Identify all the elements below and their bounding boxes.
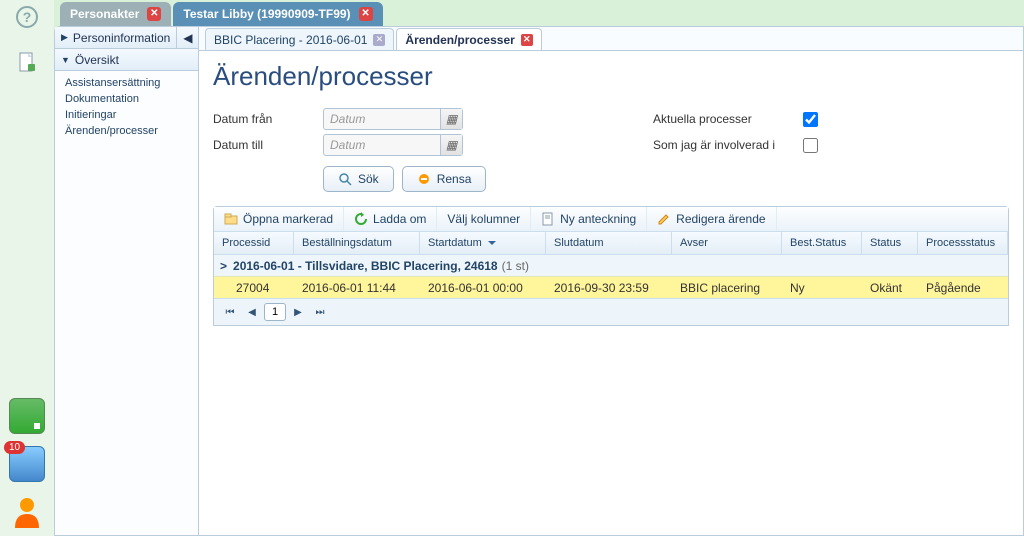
chevron-down-icon: ▼	[61, 55, 70, 65]
note-icon	[541, 212, 555, 226]
search-icon	[338, 172, 352, 186]
calendar-icon[interactable]: ▦	[440, 135, 462, 155]
pager: ⏮ ◀ ▶ ⏭	[214, 298, 1008, 325]
col-processstatus[interactable]: Processstatus	[918, 232, 1008, 254]
clear-button[interactable]: Rensa	[402, 166, 487, 192]
date-to-input[interactable]: Datum ▦	[323, 134, 463, 156]
reload-icon	[354, 212, 368, 226]
col-status[interactable]: Status	[862, 232, 918, 254]
sidebar-head-personinfo[interactable]: ▶ Personinformation	[55, 27, 176, 49]
chevron-left-icon: ◀	[183, 31, 192, 45]
sidebar-head-oversikt[interactable]: ▼ Översikt	[55, 49, 198, 71]
label-involverad: Som jag är involverad i	[653, 138, 803, 152]
rail-card-icon[interactable]	[9, 398, 45, 434]
cell-best: 2016-06-01 11:44	[294, 281, 420, 295]
label-datum-till: Datum till	[213, 138, 323, 152]
document-icon[interactable]	[18, 52, 36, 74]
cell-processid: 27004	[214, 281, 294, 295]
pager-page-input[interactable]	[264, 303, 286, 321]
rail-badge: 10	[4, 441, 25, 454]
toolbar-label: Ladda om	[373, 212, 426, 226]
cell-stat: Okänt	[862, 281, 918, 295]
help-icon[interactable]: ?	[16, 6, 38, 28]
placeholder-text: Datum	[330, 112, 365, 126]
left-rail: ? 10	[0, 0, 54, 536]
col-processid[interactable]: Processid	[214, 232, 294, 254]
top-tab-personakter[interactable]: Personakter ✕	[60, 2, 171, 26]
sidebar-label: Översikt	[75, 53, 119, 67]
sub-tab-bar: BBIC Placering - 2016-06-01 ✕ Ärenden/pr…	[199, 27, 1023, 51]
toolbar-label: Redigera ärende	[676, 212, 765, 226]
tab-label: Personakter	[70, 7, 139, 21]
sidebar: ▶ Personinformation ◀ ▼ Översikt Assistans…	[55, 27, 199, 535]
cell-slut: 2016-09-30 23:59	[546, 281, 672, 295]
top-tab-bar: Personakter ✕ Testar Libby (19990909-TF9…	[54, 0, 1024, 26]
table-header-row: Processid Beställningsdatum Startdatum S…	[214, 231, 1008, 254]
checkbox-aktuella[interactable]	[803, 112, 818, 127]
clear-icon	[417, 172, 431, 186]
sidebar-collapse-button[interactable]: ◀	[176, 27, 198, 49]
toolbar-label: Ny anteckning	[560, 212, 636, 226]
page-title: Ärenden/processer	[213, 61, 1009, 92]
checkbox-involverad[interactable]	[803, 138, 818, 153]
button-label: Sök	[358, 172, 379, 186]
close-icon[interactable]: ✕	[147, 7, 161, 21]
pager-first-button[interactable]: ⏮	[220, 303, 240, 321]
rail-person-icon[interactable]	[9, 494, 45, 530]
col-avser[interactable]: Avser	[672, 232, 782, 254]
col-slutdatum[interactable]: Slutdatum	[546, 232, 672, 254]
cell-start: 2016-06-01 00:00	[420, 281, 546, 295]
calendar-icon[interactable]: ▦	[440, 109, 462, 129]
top-tab-person-active[interactable]: Testar Libby (19990909-TF99) ✕	[173, 2, 382, 26]
group-count: (1 st)	[502, 259, 529, 273]
toolbar-label: Öppna markerad	[243, 212, 333, 226]
cell-pstat: Pågående	[918, 281, 1008, 295]
close-icon[interactable]: ✕	[359, 7, 373, 21]
grid-toolbar: Öppna markerad Ladda om Välj kolumner Ny…	[213, 206, 1009, 326]
folder-open-icon	[224, 212, 238, 226]
edit-icon	[657, 212, 671, 226]
placeholder-text: Datum	[330, 138, 365, 152]
rail-folder-icon[interactable]: 10	[9, 446, 45, 482]
close-icon[interactable]: ✕	[521, 34, 533, 46]
sidebar-item-arenden[interactable]: Ärenden/processer	[65, 123, 188, 139]
pager-last-button[interactable]: ⏭	[310, 303, 330, 321]
sidebar-item-dokumentation[interactable]: Dokumentation	[65, 91, 188, 107]
new-note-button[interactable]: Ny anteckning	[531, 207, 647, 231]
sidebar-item-assistans[interactable]: Assistansersättning	[65, 75, 188, 91]
cell-avser: BBIC placering	[672, 281, 782, 295]
sub-tab-label: BBIC Placering - 2016-06-01	[214, 33, 367, 47]
col-startdatum[interactable]: Startdatum	[420, 232, 546, 254]
cell-bstat: Ny	[782, 281, 862, 295]
col-bestallning[interactable]: Beställningsdatum	[294, 232, 420, 254]
close-icon[interactable]: ✕	[373, 34, 385, 46]
chevron-right-icon: ▶	[61, 32, 68, 43]
date-from-input[interactable]: Datum ▦	[323, 108, 463, 130]
tab-label: Testar Libby (19990909-TF99)	[183, 7, 350, 21]
search-button[interactable]: Sök	[323, 166, 394, 192]
button-label: Rensa	[437, 172, 472, 186]
sub-tab-arenden[interactable]: Ärenden/processer ✕	[396, 28, 541, 50]
sub-tab-bbic[interactable]: BBIC Placering - 2016-06-01 ✕	[205, 28, 394, 50]
toolbar-label: Välj kolumner	[447, 212, 520, 226]
sub-tab-label: Ärenden/processer	[405, 33, 514, 47]
choose-columns-button[interactable]: Välj kolumner	[437, 207, 531, 231]
sidebar-item-initieringar[interactable]: Initieringar	[65, 107, 188, 123]
label-aktuella: Aktuella processer	[653, 112, 803, 126]
expand-icon: >	[220, 259, 227, 273]
reload-button[interactable]: Ladda om	[344, 207, 437, 231]
pager-next-button[interactable]: ▶	[288, 303, 308, 321]
pager-prev-button[interactable]: ◀	[242, 303, 262, 321]
sidebar-label: Personinformation	[73, 31, 170, 45]
edit-case-button[interactable]: Redigera ärende	[647, 207, 776, 231]
table-row[interactable]: 27004 2016-06-01 11:44 2016-06-01 00:00 …	[214, 276, 1008, 298]
group-row[interactable]: > 2016-06-01 - Tillsvidare, BBIC Placeri…	[214, 254, 1008, 276]
col-beststatus[interactable]: Best.Status	[782, 232, 862, 254]
label-datum-fran: Datum från	[213, 112, 323, 126]
group-label: 2016-06-01 - Tillsvidare, BBIC Placering…	[233, 259, 498, 273]
open-selected-button[interactable]: Öppna markerad	[214, 207, 344, 231]
